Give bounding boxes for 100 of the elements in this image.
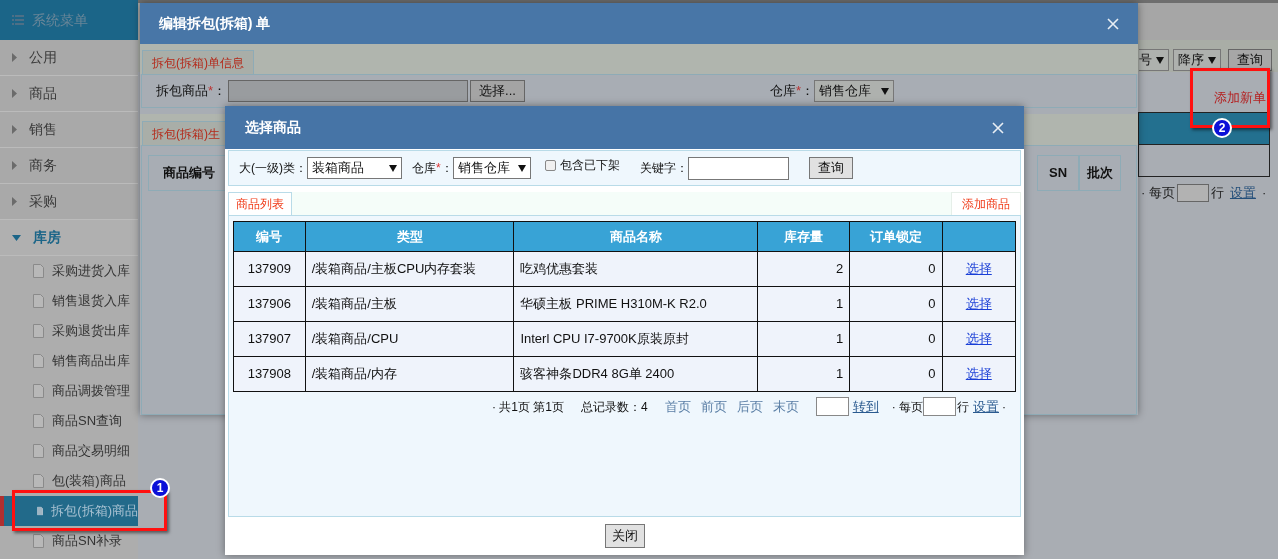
document-icon <box>33 354 44 368</box>
dropdown-select[interactable]: 号 <box>1139 49 1169 71</box>
table-cell: 骇客神条DDR4 8G单 2400 <box>513 356 758 392</box>
document-icon <box>33 444 44 458</box>
per-page-label: · 每页 <box>1141 184 1175 202</box>
document-icon <box>33 384 44 398</box>
menu-group[interactable]: 公用 <box>0 40 138 76</box>
collapsed-triangle-icon <box>12 161 17 170</box>
document-icon <box>33 264 44 278</box>
settings-link[interactable]: 设置 <box>1229 183 1256 203</box>
document-icon <box>33 324 44 338</box>
menu-group[interactable]: 商务 <box>0 148 138 184</box>
checkbox[interactable] <box>544 159 556 171</box>
menu-item[interactable]: 商品SN补录 <box>0 526 138 556</box>
menu-item[interactable]: 包(装箱)商品 <box>0 466 138 496</box>
menu-item[interactable]: 销售商品出库 <box>0 346 138 376</box>
menu-item[interactable]: 商品调拨管理 <box>0 376 138 406</box>
document-icon <box>33 414 44 428</box>
table-cell: 华硕主板 PRIME H310M-K R2.0 <box>513 286 758 322</box>
dropdown-select[interactable]: 销售仓库 <box>452 157 531 179</box>
table-cell: 0 <box>849 286 943 322</box>
collapsed-triangle-icon <box>12 53 17 62</box>
menu-item[interactable]: 拆包(拆箱)商品 <box>0 496 138 526</box>
dialog-title: 编辑拆包(拆箱) 单 <box>159 14 271 33</box>
document-icon <box>33 294 44 308</box>
menu-item[interactable]: 采购退货出库 <box>0 316 138 346</box>
keyword-field[interactable] <box>687 156 789 180</box>
keyword-label: 关键字： <box>639 160 688 177</box>
add-new-order-link[interactable]: 添加新单 <box>1214 88 1266 112</box>
column-header: 编号 <box>233 221 306 252</box>
table-cell: 137908 <box>233 356 306 392</box>
table-cell: 0 <box>849 356 943 392</box>
query-button[interactable]: 查询 <box>1228 49 1272 71</box>
page-count: · 共1页 第1页 <box>491 398 564 416</box>
close-icon[interactable] <box>1107 17 1119 30</box>
dropdown-caret-icon <box>880 87 889 95</box>
dropdown-select[interactable]: 装箱商品 <box>307 157 402 179</box>
per-page-label: · 每页 <box>891 398 923 416</box>
checkbox-label: 包含已下架 <box>559 157 620 174</box>
field-label: 拆包商品*： <box>156 82 227 101</box>
close-button[interactable]: 关闭 <box>604 524 645 548</box>
warehouse-label: 仓库*： <box>412 160 453 177</box>
select-link[interactable]: 选择 <box>965 331 992 347</box>
per-page-field[interactable] <box>923 397 956 417</box>
collapsed-triangle-icon <box>12 197 17 206</box>
page-link[interactable]: 后页 <box>736 397 763 417</box>
table-cell: 1 <box>757 356 850 392</box>
column-header: 批次 <box>1079 155 1121 191</box>
close-icon[interactable] <box>992 121 1004 134</box>
select-link[interactable]: 选择 <box>965 296 992 312</box>
select-link[interactable]: 选择 <box>965 366 992 382</box>
query-button[interactable]: 查询 <box>808 157 853 179</box>
document-icon <box>37 504 44 518</box>
table-cell: 吃鸡优惠套装 <box>513 251 758 287</box>
select-link[interactable]: 选择 <box>965 261 992 277</box>
menu-group[interactable]: 采购 <box>0 184 138 220</box>
document-icon <box>33 534 44 548</box>
menu-item[interactable]: 销售退货入库 <box>0 286 138 316</box>
product-field[interactable] <box>228 80 469 102</box>
table-cell: 1 <box>757 286 850 322</box>
column-header: 商品名称 <box>513 221 758 252</box>
dropdown-select[interactable]: 销售仓库 <box>813 80 894 102</box>
menu-group[interactable]: 商品 <box>0 76 138 112</box>
document-icon <box>33 474 44 488</box>
table-cell: /装箱商品/主板CPU内存套装 <box>305 251 514 287</box>
choose-button[interactable]: 选择... <box>470 80 525 102</box>
separator-dot: · <box>1261 184 1267 202</box>
tab[interactable]: 商品列表 <box>228 192 292 215</box>
per-page-field[interactable] <box>1176 183 1209 202</box>
settings-link[interactable]: 设置 <box>973 397 999 417</box>
category-label: 大(一级)类： <box>239 160 307 177</box>
table-cell: 137907 <box>233 321 306 357</box>
table-cell: 137909 <box>233 251 306 287</box>
dropdown-caret-icon <box>389 164 397 172</box>
table-cell: /装箱商品/内存 <box>305 356 514 392</box>
column-header: 库存量 <box>757 221 850 252</box>
table-cell: Interl CPU I7-9700K原装原封 <box>513 321 758 357</box>
goto-link[interactable]: 转到 <box>852 397 879 417</box>
dropdown-caret-icon <box>1208 56 1216 64</box>
column-header: 订单锁定 <box>849 221 943 252</box>
field-label: 仓库*： <box>769 82 814 101</box>
menu-icon <box>12 15 24 25</box>
page-link[interactable]: 前页 <box>700 397 727 417</box>
page-number-field[interactable] <box>815 397 849 417</box>
expanded-triangle-icon <box>12 234 21 241</box>
table-cell: /装箱商品/主板 <box>305 286 514 322</box>
menu-item[interactable]: 商品交易明细 <box>0 436 138 466</box>
table-cell: 0 <box>849 321 943 357</box>
menu-item[interactable]: 商品SN查询 <box>0 406 138 436</box>
dropdown-select[interactable]: 降序 <box>1173 49 1221 71</box>
collapsed-triangle-icon <box>12 89 17 98</box>
table-cell: 0 <box>849 251 943 287</box>
dropdown-caret-icon <box>517 164 526 172</box>
rows-label: 行 <box>1210 184 1224 202</box>
page-link[interactable]: 末页 <box>772 397 799 417</box>
menu-item[interactable]: 采购进货入库 <box>0 256 138 286</box>
menu-group[interactable]: 销售 <box>0 112 138 148</box>
add-product-link[interactable]: 添加商品 <box>951 192 1021 215</box>
page-link[interactable]: 首页 <box>664 397 691 417</box>
rows-label: 行 <box>957 398 969 416</box>
